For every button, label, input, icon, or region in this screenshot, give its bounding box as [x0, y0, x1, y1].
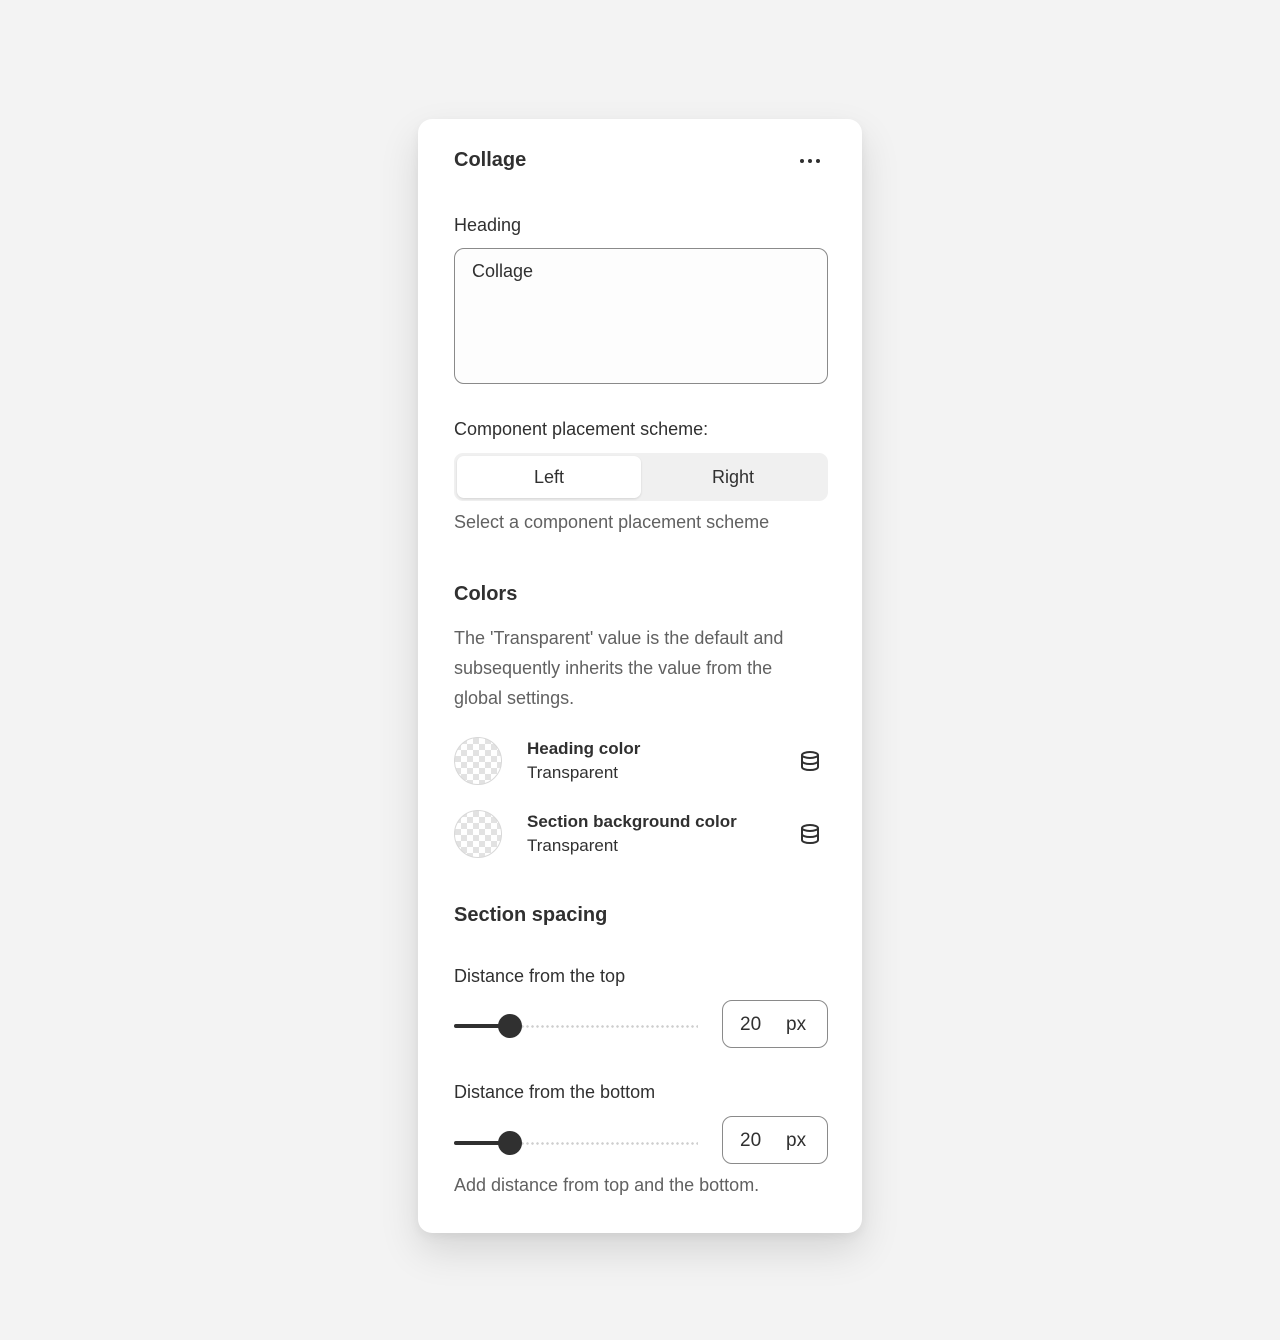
slider-thumb[interactable] — [498, 1131, 522, 1155]
color-setting-heading: Heading color Transparent — [454, 737, 828, 787]
section-spacing-heading: Section spacing — [454, 904, 608, 926]
section-background-color-swatch[interactable] — [454, 810, 502, 858]
top-distance-unit: px — [786, 1014, 807, 1035]
bottom-distance-value: 20 — [740, 1130, 762, 1151]
bottom-distance-slider[interactable] — [454, 1131, 698, 1155]
top-distance-input[interactable]: 20 px — [722, 1000, 828, 1048]
colors-description: The 'Transparent' value is the default a… — [454, 628, 784, 708]
database-icon[interactable] — [798, 749, 822, 773]
heading-color-swatch[interactable] — [454, 737, 502, 785]
color-setting-value: Transparent — [527, 836, 619, 855]
top-distance-slider[interactable] — [454, 1014, 698, 1038]
placement-option-left[interactable]: Left — [457, 456, 641, 498]
heading-field-label: Heading — [454, 215, 522, 235]
slider-track — [510, 1142, 698, 1145]
placement-option-right[interactable]: Right — [641, 456, 825, 498]
top-distance-label: Distance from the top — [454, 966, 626, 986]
color-setting-value: Transparent — [527, 763, 619, 782]
placement-label: Component placement scheme: — [454, 419, 709, 439]
color-setting-background: Section background color Transparent — [454, 810, 828, 860]
panel-title: Collage — [454, 149, 527, 171]
bottom-distance-label: Distance from the bottom — [454, 1082, 656, 1102]
bottom-distance-unit: px — [786, 1130, 807, 1151]
color-setting-name: Section background color — [527, 812, 737, 831]
settings-panel: Collage Heading Collage Component placem… — [418, 119, 862, 1233]
more-options-button[interactable] — [792, 147, 828, 175]
top-distance-value: 20 — [740, 1014, 762, 1035]
color-setting-name: Heading color — [527, 739, 641, 758]
heading-textarea[interactable]: Collage — [454, 248, 828, 384]
spacing-help-text: Add distance from top and the bottom. — [454, 1175, 760, 1195]
ellipsis-horizontal-icon — [798, 159, 822, 163]
placement-help-text: Select a component placement scheme — [454, 512, 770, 532]
slider-track — [510, 1025, 698, 1028]
placement-segmented-control: Left Right — [454, 453, 828, 501]
bottom-distance-input[interactable]: 20 px — [722, 1116, 828, 1164]
database-icon[interactable] — [798, 822, 822, 846]
colors-heading: Colors — [454, 583, 518, 605]
slider-thumb[interactable] — [498, 1014, 522, 1038]
